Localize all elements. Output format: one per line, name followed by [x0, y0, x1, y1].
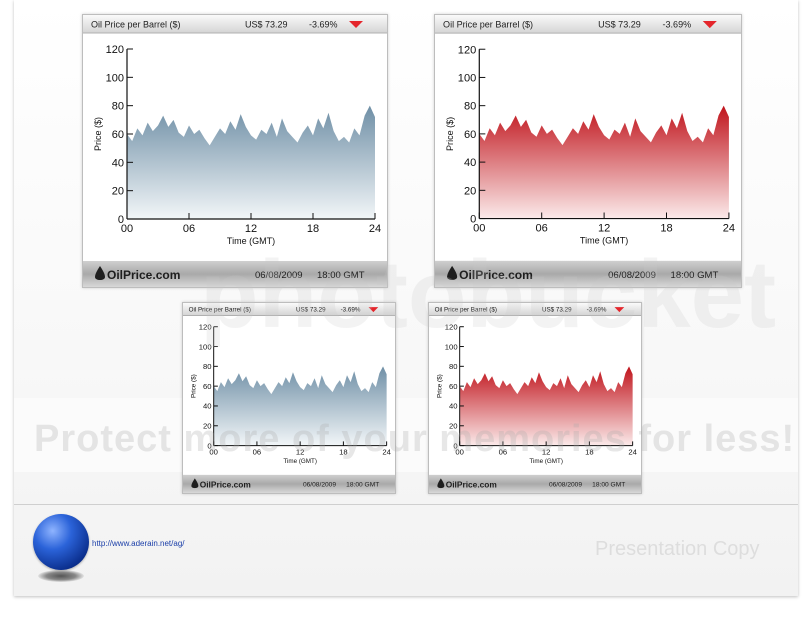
y-tick-label: 100 — [458, 72, 476, 84]
y-tick-label: 100 — [445, 342, 458, 351]
x-tick-label: 12 — [245, 223, 257, 235]
chart-svg: Oil Price per Barrel ($) US$ 73.29 -3.69% O… — [429, 303, 641, 493]
x-axis-label: Time (GMT) — [283, 458, 317, 465]
y-tick-label: 80 — [203, 362, 212, 371]
x-tick-label: 00 — [121, 223, 133, 235]
price-area-series — [459, 366, 633, 446]
x-tick-label: 24 — [369, 223, 381, 235]
y-axis-label: Price ($) — [93, 117, 103, 151]
y-tick-label: 20 — [203, 422, 212, 431]
x-tick-label: 06 — [183, 223, 195, 235]
y-tick-label: 60 — [449, 382, 458, 391]
price-value: US$ 73.29 — [542, 307, 572, 314]
footer-date: 06/08/2009 — [303, 482, 336, 489]
chart-svg: Oil Price per Barrel ($) US$ 73.29 -3.69% O… — [183, 303, 395, 493]
price-change: -3.69% — [341, 307, 361, 314]
y-tick-label: 20 — [112, 186, 124, 198]
chart-title: Oil Price per Barrel ($) — [91, 20, 181, 30]
price-change: -3.69% — [587, 307, 607, 314]
y-tick-label: 40 — [112, 157, 124, 169]
y-axis-label: Price ($) — [191, 374, 198, 398]
y-tick-label: 80 — [112, 101, 124, 113]
y-tick-label: 40 — [464, 157, 476, 169]
y-tick-label: 60 — [112, 129, 124, 141]
y-tick-label: 120 — [458, 44, 476, 56]
x-tick-label: 00 — [209, 448, 218, 457]
price-change: -3.69% — [309, 20, 338, 30]
x-tick-label: 06 — [253, 448, 262, 457]
chart-title: Oil Price per Barrel ($) — [189, 307, 251, 314]
globe-icon — [33, 514, 89, 570]
footer-date: 06/08/2009 — [549, 482, 582, 489]
footer-time: 18:00 GMT — [671, 270, 719, 281]
x-tick-label: 00 — [455, 448, 464, 457]
x-tick-label: 18 — [307, 223, 319, 235]
footer-divider — [14, 504, 798, 505]
price-area-series — [127, 105, 375, 219]
footer-date: 06/08/2009 — [255, 270, 303, 281]
oil-chart-blue-small: Oil Price per Barrel ($) US$ 73.29 -3.69% O… — [182, 302, 396, 494]
price-value: US$ 73.29 — [296, 307, 326, 314]
y-tick-label: 100 — [199, 342, 212, 351]
x-tick-label: 18 — [585, 448, 594, 457]
x-tick-label: 24 — [382, 448, 391, 457]
globe-shadow — [38, 570, 84, 582]
y-tick-label: 20 — [464, 185, 476, 197]
y-tick-label: 40 — [449, 402, 458, 411]
chart-svg: Oil Price per Barrel ($) US$ 73.29 -3.69% O… — [83, 15, 387, 287]
x-axis-label: Time (GMT) — [529, 458, 563, 465]
brand-name: OilPrice.com — [459, 268, 533, 282]
credit-link[interactable]: http://www.aderain.net/ag/ — [92, 539, 185, 548]
oil-chart-red-small: Oil Price per Barrel ($) US$ 73.29 -3.69% O… — [428, 302, 642, 494]
price-area-series — [479, 105, 729, 219]
x-tick-label: 24 — [628, 448, 637, 457]
y-tick-label: 60 — [203, 382, 212, 391]
x-tick-label: 18 — [660, 223, 672, 235]
footer-time: 18:00 GMT — [592, 482, 625, 489]
oil-chart-red-large: Oil Price per Barrel ($) US$ 73.29 -3.69% O… — [434, 14, 742, 288]
y-axis-label: Price ($) — [445, 117, 455, 151]
footer-time: 18:00 GMT — [346, 482, 379, 489]
x-tick-label: 06 — [499, 448, 508, 457]
y-tick-label: 120 — [445, 323, 458, 332]
x-tick-label: 24 — [723, 223, 735, 235]
x-tick-label: 12 — [296, 448, 305, 457]
watermark-band — [14, 398, 798, 472]
x-tick-label: 00 — [473, 223, 485, 235]
chart-svg: Oil Price per Barrel ($) US$ 73.29 -3.69% O… — [435, 15, 741, 287]
x-axis-label: Time (GMT) — [580, 236, 628, 246]
price-change: -3.69% — [662, 20, 691, 30]
y-tick-label: 100 — [106, 72, 124, 84]
y-tick-label: 80 — [449, 362, 458, 371]
price-area-series — [213, 366, 387, 446]
chart-title: Oil Price per Barrel ($) — [435, 307, 497, 314]
y-tick-label: 20 — [449, 422, 458, 431]
y-tick-label: 60 — [464, 129, 476, 141]
oil-chart-blue-large: Oil Price per Barrel ($) US$ 73.29 -3.69% O… — [82, 14, 388, 288]
y-axis-label: Price ($) — [437, 374, 444, 398]
brand-name: OilPrice.com — [446, 479, 497, 489]
brand-name: OilPrice.com — [107, 268, 180, 282]
x-tick-label: 06 — [536, 223, 548, 235]
x-tick-label: 18 — [339, 448, 348, 457]
y-tick-label: 40 — [203, 402, 212, 411]
x-tick-label: 12 — [542, 448, 551, 457]
x-axis-label: Time (GMT) — [227, 236, 275, 246]
chart-title: Oil Price per Barrel ($) — [443, 20, 533, 30]
footer-date: 06/08/2009 — [608, 270, 656, 281]
y-tick-label: 80 — [464, 101, 476, 113]
price-value: US$ 73.29 — [598, 20, 641, 30]
footer-time: 18:00 GMT — [317, 270, 365, 281]
y-tick-label: 120 — [106, 44, 124, 56]
x-tick-label: 12 — [598, 223, 610, 235]
price-value: US$ 73.29 — [245, 20, 288, 30]
y-tick-label: 120 — [199, 323, 212, 332]
brand-name: OilPrice.com — [200, 479, 251, 489]
